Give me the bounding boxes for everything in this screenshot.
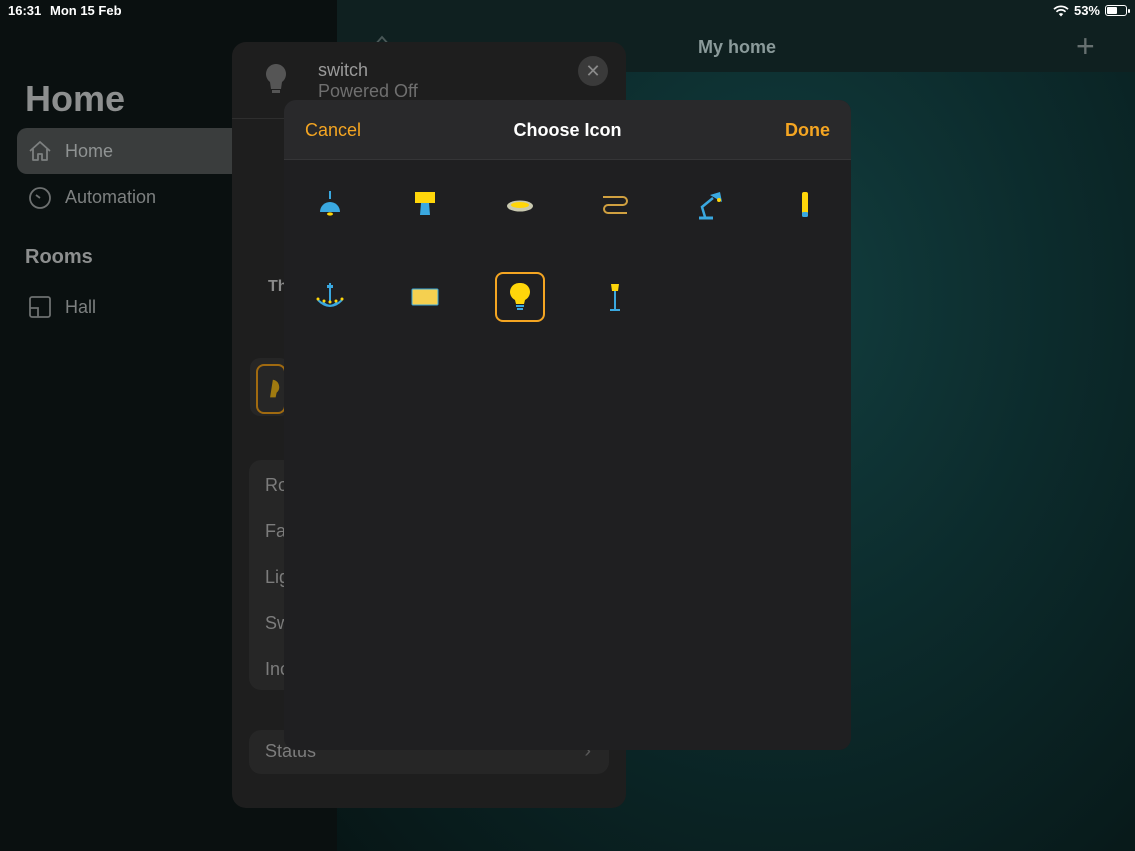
clock-icon — [29, 187, 51, 209]
sidebar-item-hall[interactable]: Hall — [17, 284, 247, 330]
light-strip-icon — [603, 196, 628, 214]
sidebar-item-label: Hall — [65, 296, 97, 317]
battery-icon — [1105, 5, 1130, 16]
pendant-lamp-icon — [320, 191, 340, 216]
header-title: My home — [698, 37, 777, 57]
battery-percent: 53% — [1073, 3, 1100, 18]
icon-option-lightbulb[interactable] — [495, 272, 545, 322]
light-panel-icon — [411, 288, 439, 306]
sidebar-item-label: Home — [65, 140, 114, 161]
close-icon: ✕ — [585, 60, 601, 81]
floor-lamp-icon — [610, 284, 620, 311]
done-button[interactable]: Done — [785, 120, 830, 141]
desk-lamp-icon — [699, 192, 722, 220]
accessory-icon-preview[interactable] — [256, 364, 286, 414]
house-icon — [29, 141, 51, 161]
plus-icon[interactable]: + — [1076, 30, 1095, 62]
wall-light-icon — [802, 192, 808, 217]
icon-option-ceiling-light[interactable] — [495, 180, 545, 230]
icon-option-pendant-lamp[interactable] — [305, 180, 355, 230]
lightbulb-icon — [510, 282, 530, 310]
sidebar-item-label: Automation — [65, 186, 157, 207]
icon-option-desk-lamp[interactable] — [685, 180, 735, 230]
status-bar: 16:31 Mon 15 Feb 53% — [0, 0, 1135, 22]
rooms-heading: Rooms — [25, 246, 93, 268]
modal-header: Cancel Choose Icon Done — [284, 100, 851, 160]
table-lamp-icon — [415, 192, 435, 215]
icon-option-floor-lamp[interactable] — [590, 272, 640, 322]
modal-title: Choose Icon — [513, 120, 622, 140]
status-time: 16:31 — [8, 3, 42, 18]
sidebar-title: Home — [25, 78, 126, 119]
lightbulb-icon — [266, 64, 286, 93]
ceiling-light-icon — [507, 200, 533, 212]
wifi-icon — [1053, 4, 1069, 16]
accessory-name: switch — [318, 60, 369, 80]
chandelier-icon — [316, 283, 344, 307]
close-button[interactable]: ✕ — [578, 56, 608, 86]
icon-option-table-lamp[interactable] — [400, 180, 450, 230]
room-icon — [29, 296, 51, 318]
icon-option-light-panel[interactable] — [400, 272, 450, 322]
list-item[interactable]: Fa — [265, 521, 286, 542]
sidebar-item-automation[interactable]: Automation — [17, 174, 247, 220]
status-indicators: 53% — [1053, 3, 1130, 18]
status-date: Mon 15 Feb — [50, 3, 122, 18]
accessory-status: Powered Off — [318, 81, 418, 101]
icon-option-chandelier[interactable] — [305, 272, 355, 322]
choose-icon-modal: Cancel Choose Icon Done — [284, 100, 851, 750]
sidebar-item-home[interactable]: Home — [17, 128, 247, 174]
icon-option-wall-light[interactable] — [780, 180, 830, 230]
icon-option-light-strip[interactable] — [590, 180, 640, 230]
lightbulb-icon — [270, 379, 280, 398]
